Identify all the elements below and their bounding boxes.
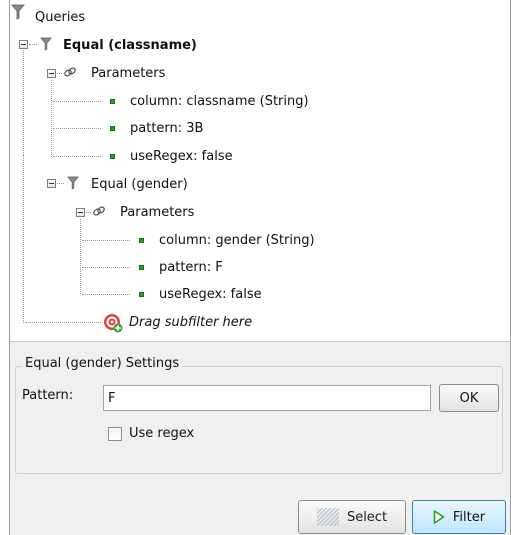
- ok-button-label: OK: [459, 390, 479, 406]
- funnel-icon: [67, 176, 79, 194]
- bullet-icon: [139, 238, 144, 243]
- drag-hint-label: Drag subfilter here: [129, 314, 253, 330]
- settings-panel: Equal (gender) Settings Pattern: OK Use …: [10, 341, 510, 482]
- settings-groupbox: [15, 366, 503, 474]
- tree-guide: [23, 44, 24, 155]
- bullet-icon: [139, 292, 144, 297]
- tree-guide: [80, 219, 81, 294]
- tree-leaf-param[interactable]: useRegex: false: [159, 283, 262, 305]
- tree-node-equal-gender[interactable]: Equal (gender): [91, 173, 188, 195]
- collapse-toggle[interactable]: [47, 69, 56, 78]
- node-label: Parameters: [120, 204, 195, 220]
- use-regex-label: Use regex: [129, 426, 195, 441]
- settings-title: Equal (gender) Settings: [22, 356, 183, 371]
- tree-node-equal-classname[interactable]: Equal (classname): [63, 34, 197, 56]
- tree-guide: [53, 101, 101, 102]
- select-button-label: Select: [346, 509, 388, 525]
- bullet-icon: [110, 99, 115, 104]
- tree-leaf-param[interactable]: pattern: 3B: [130, 117, 203, 139]
- drag-subfilter-hint[interactable]: Drag subfilter here: [129, 311, 252, 333]
- bullet-icon: [110, 126, 115, 131]
- param-label: column: classname (String): [130, 93, 309, 109]
- filter-button-label: Filter: [452, 509, 486, 525]
- node-label: Parameters: [91, 65, 166, 81]
- tree-guide: [82, 294, 130, 295]
- bullet-icon: [110, 154, 115, 159]
- select-button[interactable]: Select: [298, 500, 406, 534]
- tree-guide: [53, 156, 101, 157]
- pattern-input[interactable]: [103, 385, 431, 411]
- tree-guide: [82, 267, 130, 268]
- pattern-label: Pattern:: [22, 388, 74, 403]
- collapse-toggle[interactable]: [47, 179, 56, 188]
- tree-guide: [57, 183, 64, 184]
- tree-guide: [23, 155, 24, 323]
- tree-leaf-param[interactable]: column: classname (String): [130, 90, 309, 112]
- collapse-toggle[interactable]: [76, 208, 85, 217]
- tree-guide: [29, 44, 37, 45]
- target-icon: [103, 313, 123, 337]
- tree-root-label: Queries: [35, 9, 86, 25]
- filter-button[interactable]: Filter: [412, 500, 506, 534]
- play-arrow-icon: [433, 510, 445, 524]
- ok-button[interactable]: OK: [439, 384, 499, 412]
- tree-guide: [25, 322, 101, 323]
- link-icon: [63, 66, 77, 82]
- action-bar: Select Filter: [10, 481, 510, 535]
- tree-guide: [57, 73, 62, 74]
- hatched-select-icon: [316, 508, 339, 526]
- tree-node-parameters[interactable]: Parameters: [91, 62, 165, 84]
- param-label: pattern: 3B: [130, 120, 204, 136]
- link-icon: [92, 205, 106, 221]
- node-label: Equal (classname): [63, 37, 197, 53]
- collapse-toggle[interactable]: [19, 40, 28, 49]
- funnel-icon: [11, 4, 25, 24]
- tree-leaf-param[interactable]: column: gender (String): [159, 229, 315, 251]
- node-label: Equal (gender): [91, 176, 188, 192]
- use-regex-checkbox[interactable]: [108, 427, 122, 441]
- param-label: column: gender (String): [159, 232, 315, 248]
- param-label: useRegex: false: [159, 286, 262, 302]
- tree-root-queries[interactable]: Queries: [35, 6, 85, 28]
- query-tree: Queries Equal (classname) Parameters col…: [10, 0, 510, 340]
- tree-guide: [51, 80, 52, 157]
- tree-guide: [82, 240, 130, 241]
- param-label: useRegex: false: [130, 148, 233, 164]
- tree-guide: [53, 128, 101, 129]
- tree-leaf-param[interactable]: useRegex: false: [130, 145, 233, 167]
- param-label: pattern: F: [159, 259, 223, 275]
- query-panel: Queries Equal (classname) Parameters col…: [9, 0, 511, 535]
- tree-guide: [86, 212, 91, 213]
- bullet-icon: [139, 265, 144, 270]
- tree-leaf-param[interactable]: pattern: F: [159, 256, 223, 278]
- funnel-icon: [40, 37, 52, 55]
- tree-node-parameters[interactable]: Parameters: [120, 201, 194, 223]
